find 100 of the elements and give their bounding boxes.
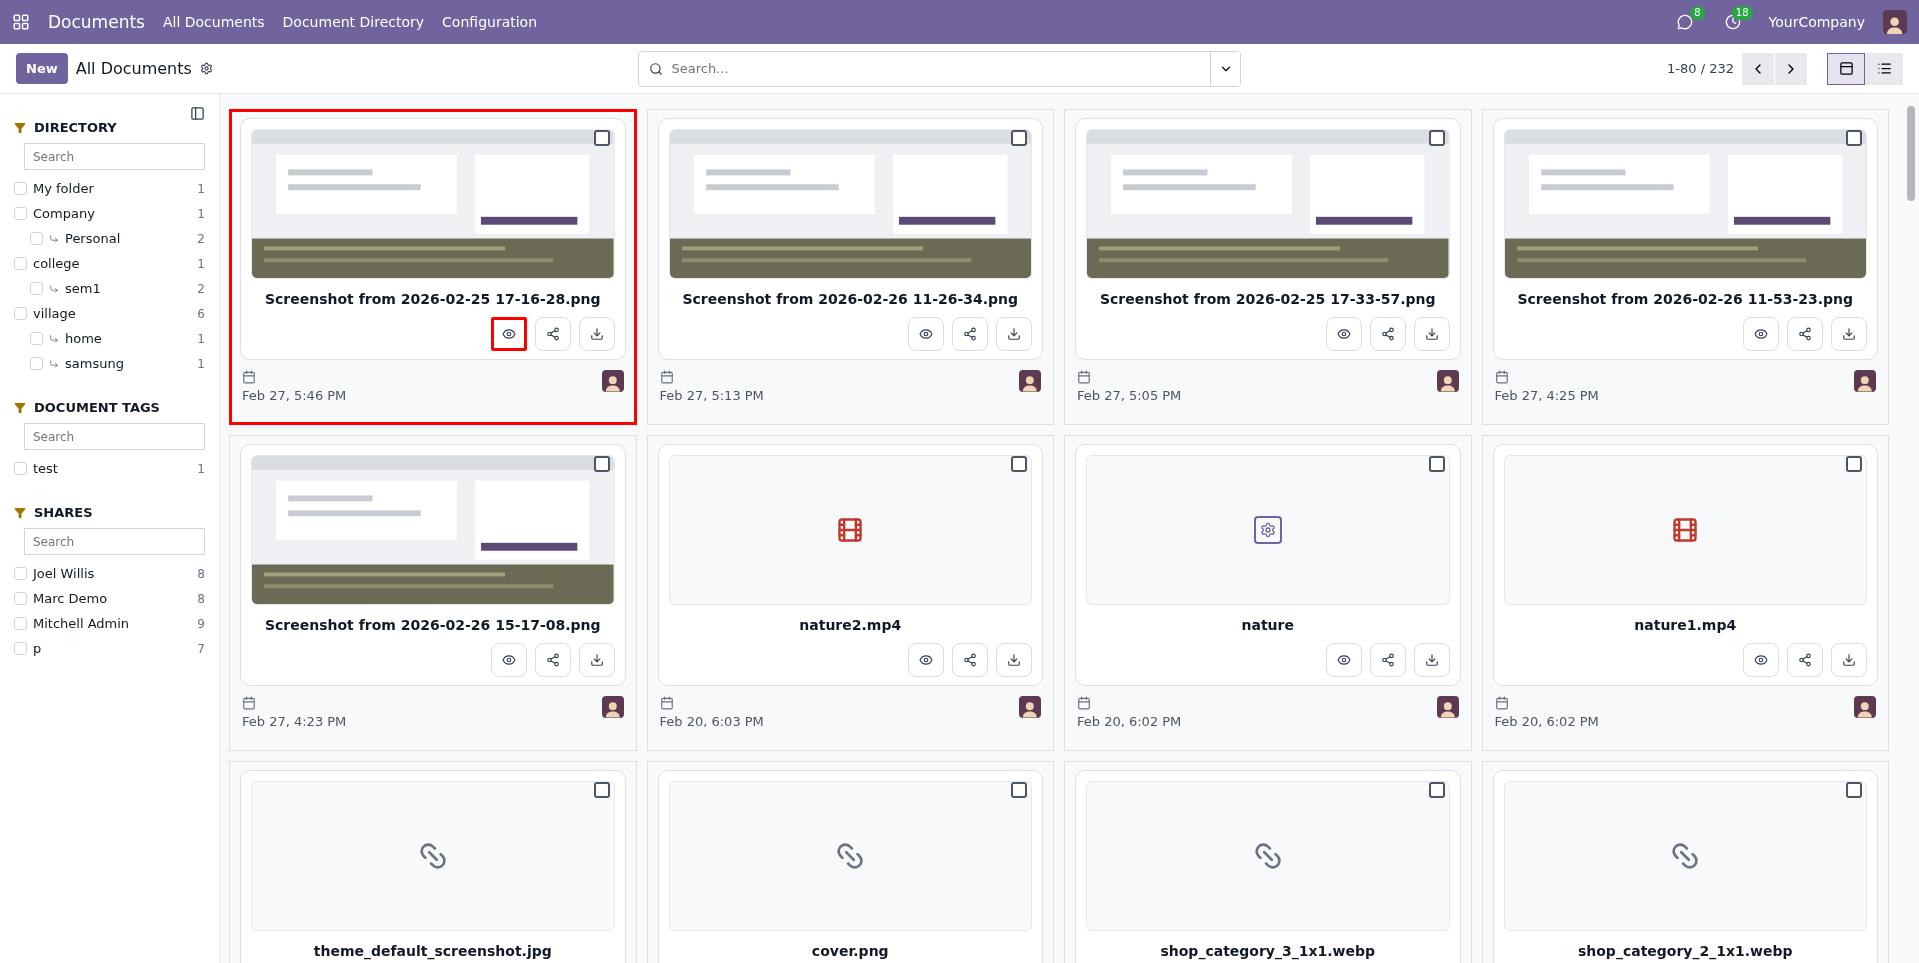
clock-icon[interactable]: [1724, 14, 1741, 30]
document-name: Screenshot from 2026-02-25 17-16-28.png: [264, 291, 601, 307]
new-button[interactable]: New: [16, 53, 68, 84]
download-button[interactable]: [996, 317, 1032, 351]
share-button[interactable]: [1787, 317, 1823, 351]
checkbox[interactable]: [1846, 130, 1862, 146]
menu-item[interactable]: Configuration: [442, 14, 538, 30]
share-button[interactable]: [1787, 643, 1823, 677]
menu-item[interactable]: Document Directory: [282, 14, 425, 30]
share-icon: [963, 327, 977, 341]
share-button[interactable]: [534, 317, 571, 351]
eye-icon: [919, 327, 933, 341]
share-button[interactable]: [952, 317, 988, 351]
filter-icon: [14, 121, 26, 134]
filter-label[interactable]: samsung: [65, 356, 192, 371]
checkbox[interactable]: [1846, 782, 1862, 798]
filter-label[interactable]: Company: [33, 206, 192, 221]
checkbox[interactable]: [1428, 782, 1445, 798]
download-icon: [589, 327, 604, 341]
section-title: SHARES: [34, 505, 93, 520]
filter-label[interactable]: village: [33, 306, 192, 321]
search-field[interactable]: Search: [24, 143, 205, 170]
search-icon: [649, 61, 664, 76]
filter-label[interactable]: home: [65, 331, 192, 346]
share-icon: [1380, 327, 1395, 341]
calendar-icon: [659, 370, 674, 384]
filter-label[interactable]: sem1: [65, 281, 192, 296]
download-button[interactable]: [1413, 317, 1450, 351]
previous-button[interactable]: [1742, 52, 1774, 85]
item-count: 1: [197, 256, 205, 271]
list-view-button[interactable]: [1865, 52, 1903, 85]
filter-label[interactable]: Personal: [65, 231, 192, 246]
item-count: 9: [197, 616, 205, 631]
checkbox[interactable]: [593, 782, 610, 798]
checkbox[interactable]: [1428, 456, 1445, 472]
filter-label[interactable]: p: [33, 641, 192, 656]
child-arrow-icon: [49, 283, 59, 294]
share-button[interactable]: [1369, 317, 1406, 351]
document-card[interactable]: Screenshot from 2026-02-26 15-17-08.png Feb 27, 4:23 PM: [229, 435, 637, 751]
filter-label[interactable]: My folder: [33, 181, 192, 196]
checkbox[interactable]: [1011, 130, 1027, 146]
settings-icon[interactable]: [199, 62, 213, 75]
document-card[interactable]: theme_default_screenshot.jpg: [229, 761, 637, 963]
document-card[interactable]: Screenshot from 2026-02-26 11-53-23.png Feb 27, 4:25 PM: [1481, 109, 1889, 425]
document-card[interactable]: Screenshot from 2026-02-25 17-16-28.png Feb 27, 5:46 PM: [229, 109, 637, 425]
download-button[interactable]: [996, 643, 1032, 677]
company-name[interactable]: YourCompany: [1768, 14, 1865, 30]
filter-label[interactable]: Marc Demo: [33, 591, 192, 606]
document-date: Feb 20, 6:03 PM: [659, 714, 764, 729]
share-button[interactable]: [952, 643, 988, 677]
filter-label[interactable]: test: [33, 461, 192, 476]
share-icon: [545, 653, 560, 667]
document-card[interactable]: cover.png: [646, 761, 1054, 963]
app-title[interactable]: Documents: [48, 12, 145, 32]
filter-icon: [14, 506, 26, 519]
share-button[interactable]: [534, 643, 571, 677]
document-card[interactable]: shop_category_2_1x1.webp: [1481, 761, 1889, 963]
document-name: Screenshot from 2026-02-26 11-26-34.png: [682, 291, 1019, 307]
document-card[interactable]: nature1.mp4 Feb 20, 6:02 PM: [1481, 435, 1889, 751]
message-count: 8: [1690, 6, 1705, 20]
download-button[interactable]: [578, 317, 615, 351]
download-button[interactable]: [1831, 317, 1867, 351]
item-count: 2: [197, 281, 205, 296]
kanban-view-button[interactable]: [1827, 52, 1865, 85]
avatar-icon: [1436, 370, 1459, 392]
document-card[interactable]: Screenshot from 2026-02-26 11-26-34.png Feb 27, 5:13 PM: [646, 109, 1054, 425]
sidebar-toggle-icon[interactable]: [190, 106, 205, 121]
apps-icon[interactable]: [12, 13, 30, 31]
pager-value: 1-80 / 232: [1667, 61, 1734, 76]
avatar-icon: [1883, 10, 1907, 34]
share-icon: [545, 327, 560, 341]
item-count: 1: [197, 206, 205, 221]
scrollbar[interactable]: [1907, 106, 1915, 201]
document-card[interactable]: nature2.mp4 Feb 20, 6:03 PM: [646, 435, 1054, 751]
download-icon: [1007, 653, 1021, 667]
item-count: 8: [197, 591, 205, 606]
share-button[interactable]: [1369, 643, 1406, 677]
eye-icon: [1754, 653, 1768, 667]
search-field[interactable]: Search: [24, 423, 205, 450]
document-card[interactable]: nature Feb 20, 6:02 PM: [1064, 435, 1472, 751]
filter-label[interactable]: Joel Willis: [33, 566, 192, 581]
checkbox[interactable]: [1011, 782, 1027, 798]
checkbox[interactable]: [1011, 456, 1027, 472]
document-name: Screenshot from 2026-02-26 11-53-23.png: [1517, 291, 1854, 307]
download-button[interactable]: [1831, 643, 1867, 677]
menu-item[interactable]: All Documents: [162, 14, 265, 30]
download-button[interactable]: [1413, 643, 1450, 677]
view-button[interactable]: [490, 317, 527, 351]
eye-icon: [919, 653, 933, 667]
document-card[interactable]: Screenshot from 2026-02-25 17-33-57.png Feb 27, 5:05 PM: [1064, 109, 1472, 425]
checkbox[interactable]: [1846, 456, 1862, 472]
search-field[interactable]: Search: [24, 528, 205, 555]
chat-icon[interactable]: [1676, 14, 1693, 30]
filter-label[interactable]: college: [33, 256, 192, 271]
document-card[interactable]: shop_category_3_1x1.webp: [1064, 761, 1472, 963]
filter-label[interactable]: Mitchell Admin: [33, 616, 192, 631]
next-button[interactable]: [1775, 52, 1807, 85]
avatar-icon: [601, 696, 624, 718]
document-name: shop_category_2_1x1.webp: [1577, 943, 1793, 959]
download-button[interactable]: [578, 643, 615, 677]
